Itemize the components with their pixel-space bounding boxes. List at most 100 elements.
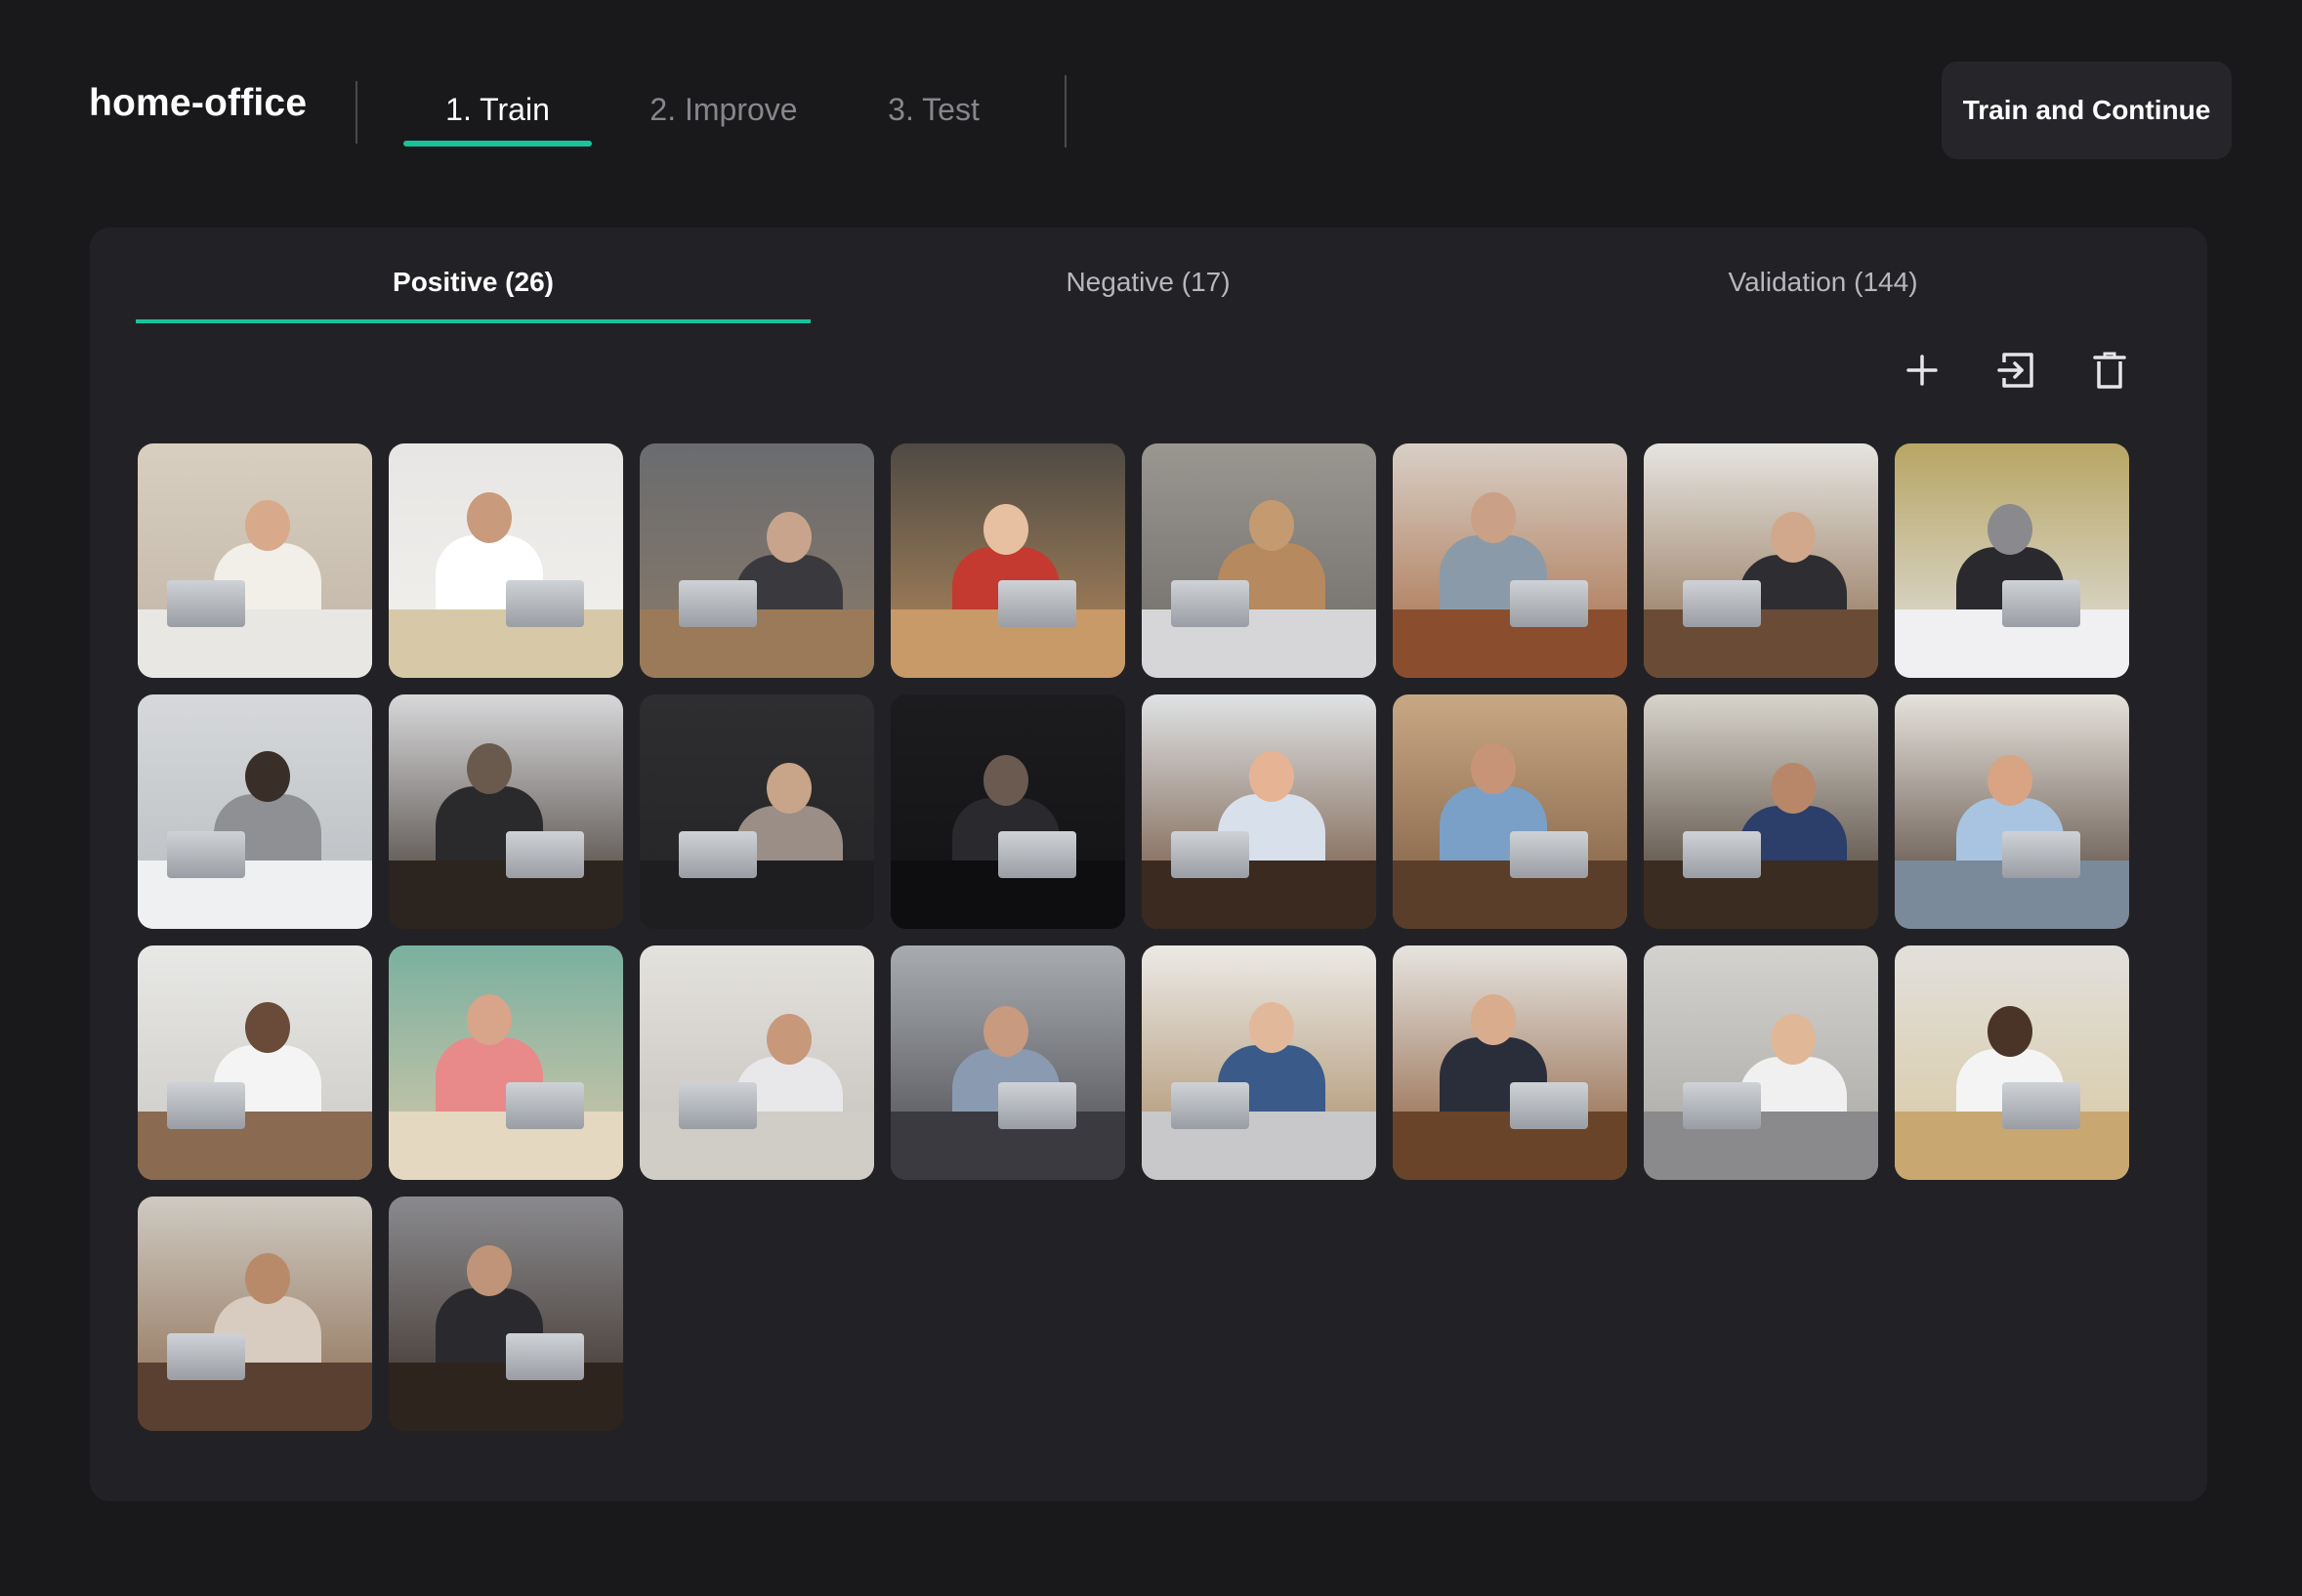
image-thumbnail[interactable]: [891, 945, 1125, 1180]
image-thumbnail[interactable]: [1393, 443, 1627, 678]
import-icon: [1997, 353, 2033, 388]
image-thumbnail[interactable]: [640, 694, 874, 929]
photo-person-head: [1771, 512, 1816, 563]
photo-desk: [1644, 1112, 1878, 1180]
image-thumbnail[interactable]: [1142, 694, 1376, 929]
photo-person-head: [984, 1006, 1028, 1057]
photo-laptop: [2002, 580, 2080, 627]
photo-person-head: [467, 743, 512, 794]
photo-person-head: [984, 755, 1028, 806]
image-thumbnail[interactable]: [389, 1197, 623, 1431]
photo-laptop: [1510, 831, 1588, 878]
photo-person-head: [245, 500, 290, 551]
photo-person-head: [1471, 743, 1516, 794]
photo-person-head: [1249, 1002, 1294, 1053]
plus-icon: [1906, 355, 1938, 386]
photo-person-head: [1771, 1014, 1816, 1065]
photo-person-head: [1471, 994, 1516, 1045]
photo-laptop: [1171, 580, 1249, 627]
photo-person-head: [1771, 763, 1816, 814]
train-and-continue-button[interactable]: Train and Continue: [1942, 62, 2232, 159]
photo-laptop: [2002, 1082, 2080, 1129]
photo-desk: [640, 1112, 874, 1180]
photo-laptop: [1510, 1082, 1588, 1129]
photo-person-head: [1988, 504, 2032, 555]
photo-laptop: [679, 580, 757, 627]
image-thumbnail[interactable]: [891, 443, 1125, 678]
image-thumbnail[interactable]: [1644, 694, 1878, 929]
photo-laptop: [167, 831, 245, 878]
photo-laptop: [506, 1082, 584, 1129]
photo-laptop: [998, 1082, 1076, 1129]
header-divider: [356, 81, 357, 144]
photo-laptop: [167, 580, 245, 627]
photo-laptop: [1171, 1082, 1249, 1129]
image-thumbnail[interactable]: [138, 1197, 372, 1431]
photo-laptop: [679, 1082, 757, 1129]
image-thumbnail[interactable]: [1142, 443, 1376, 678]
image-thumbnail[interactable]: [138, 694, 372, 929]
image-thumbnail[interactable]: [1142, 945, 1376, 1180]
image-thumbnail[interactable]: [1644, 443, 1878, 678]
photo-person-head: [467, 492, 512, 543]
image-thumbnail[interactable]: [640, 443, 874, 678]
trash-icon: [2093, 352, 2126, 389]
step-train[interactable]: 1. Train: [403, 78, 592, 147]
photo-laptop: [998, 831, 1076, 878]
step-test[interactable]: 3. Test: [856, 78, 1012, 147]
import-button[interactable]: [1987, 341, 2045, 399]
tab-negative[interactable]: Negative (17): [811, 228, 1486, 323]
photo-laptop: [506, 580, 584, 627]
photo-person-head: [1471, 492, 1516, 543]
image-thumbnail[interactable]: [1393, 694, 1627, 929]
photo-desk: [1644, 609, 1878, 678]
photo-laptop: [1683, 831, 1761, 878]
image-thumbnail[interactable]: [1644, 945, 1878, 1180]
project-title: home-office: [89, 82, 308, 124]
image-thumbnail[interactable]: [1895, 694, 2129, 929]
photo-person-head: [1988, 1006, 2032, 1057]
example-tabs: Positive (26) Negative (17) Validation (…: [136, 228, 2161, 323]
photo-laptop: [679, 831, 757, 878]
photo-person-head: [767, 512, 812, 563]
photo-laptop: [998, 580, 1076, 627]
photo-person-head: [245, 1002, 290, 1053]
image-thumbnail[interactable]: [389, 694, 623, 929]
image-thumbnail[interactable]: [389, 443, 623, 678]
image-thumbnail[interactable]: [1393, 945, 1627, 1180]
photo-laptop: [167, 1333, 245, 1380]
delete-button[interactable]: [2080, 341, 2139, 399]
image-thumbnail[interactable]: [891, 694, 1125, 929]
photo-laptop: [1683, 580, 1761, 627]
photo-laptop: [167, 1082, 245, 1129]
image-thumbnail[interactable]: [640, 945, 874, 1180]
photo-person-head: [767, 1014, 812, 1065]
photo-person-head: [245, 751, 290, 802]
photo-person-head: [984, 504, 1028, 555]
tab-validation[interactable]: Validation (144): [1486, 228, 2160, 323]
image-thumbnail[interactable]: [1895, 443, 2129, 678]
image-grid: [138, 443, 2129, 1431]
tab-positive[interactable]: Positive (26): [136, 228, 811, 323]
examples-panel: Positive (26) Negative (17) Validation (…: [90, 228, 2207, 1501]
photo-laptop: [506, 1333, 584, 1380]
add-images-button[interactable]: [1893, 341, 1951, 399]
header: home-office 1. Train 2. Improve 3. Test …: [0, 0, 2302, 166]
image-thumbnail[interactable]: [138, 945, 372, 1180]
image-thumbnail[interactable]: [389, 945, 623, 1180]
step-improve[interactable]: 2. Improve: [624, 78, 823, 147]
photo-laptop: [2002, 831, 2080, 878]
photo-desk: [640, 609, 874, 678]
photo-person-head: [1988, 755, 2032, 806]
photo-desk: [640, 861, 874, 929]
image-thumbnail[interactable]: [138, 443, 372, 678]
image-thumbnail[interactable]: [1895, 945, 2129, 1180]
photo-person-head: [1249, 500, 1294, 551]
photo-person-head: [245, 1253, 290, 1304]
photo-laptop: [1683, 1082, 1761, 1129]
photo-laptop: [1171, 831, 1249, 878]
photo-person-head: [1249, 751, 1294, 802]
photo-person-head: [467, 994, 512, 1045]
photo-person-head: [467, 1245, 512, 1296]
photo-person-head: [767, 763, 812, 814]
